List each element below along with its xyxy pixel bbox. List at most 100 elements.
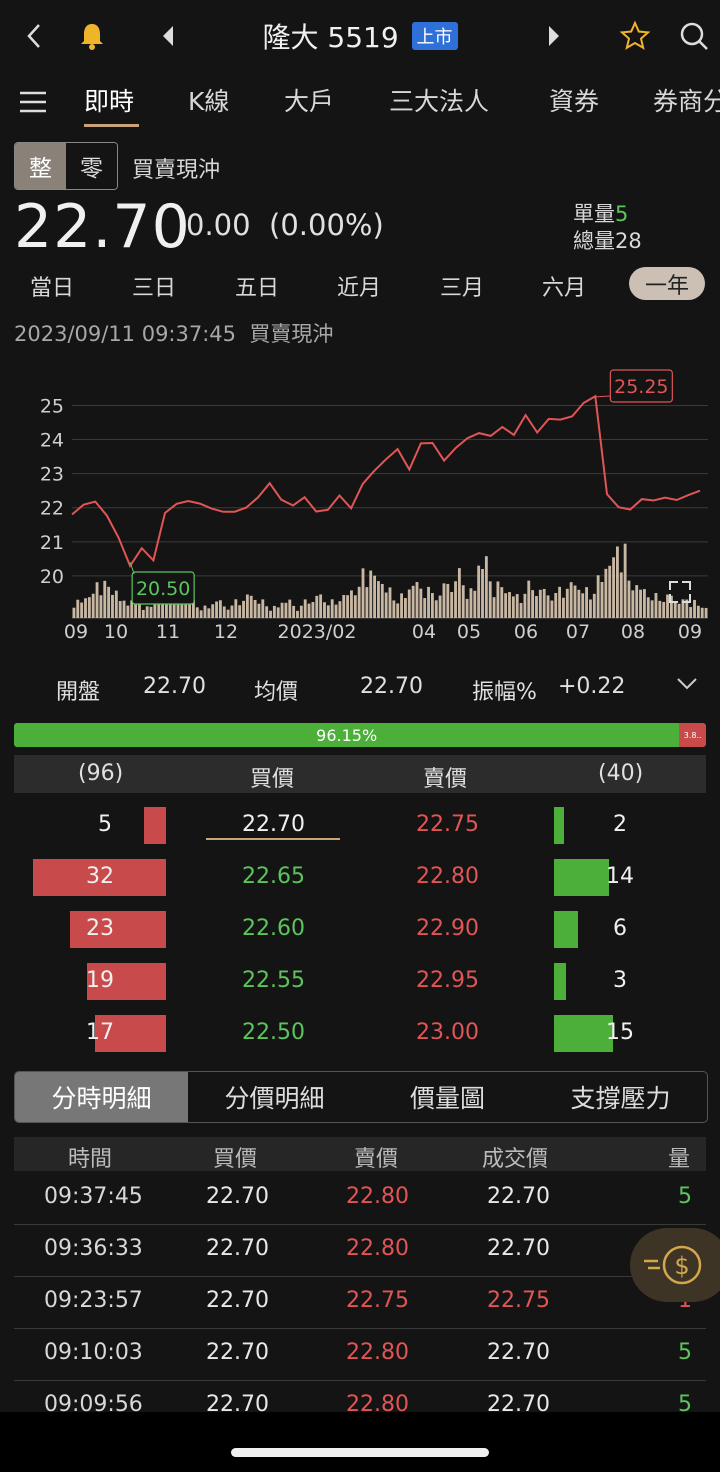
volume-bar bbox=[288, 599, 292, 618]
period-5d[interactable]: 五日 bbox=[235, 270, 279, 302]
ask-price[interactable]: 22.95 bbox=[416, 968, 479, 993]
table-row[interactable]: 09:37:45 22.70 22.80 22.70 5 bbox=[14, 1172, 706, 1225]
volume-bar bbox=[396, 603, 400, 618]
bid-price[interactable]: 22.70 bbox=[242, 812, 305, 837]
period-3m[interactable]: 三月 bbox=[440, 270, 484, 302]
volume-bar bbox=[230, 605, 234, 618]
volume-bar bbox=[272, 605, 276, 618]
volume-bar bbox=[473, 590, 477, 618]
trade-ask: 22.80 bbox=[346, 1184, 409, 1209]
volume-bar bbox=[434, 600, 438, 618]
home-indicator[interactable] bbox=[231, 1448, 489, 1457]
price-chart[interactable]: 25 24 23 22 21 20 25.25 20.50 09 10 11 12 2023/02 04 0… bbox=[0, 360, 720, 650]
volume-bar bbox=[519, 602, 523, 618]
volume-bar bbox=[207, 608, 211, 618]
chevron-down-icon[interactable] bbox=[676, 676, 698, 695]
board-lot-button[interactable]: 整 bbox=[15, 143, 66, 189]
stock-code: 5519 bbox=[327, 21, 399, 54]
total-volume-value: 28 bbox=[615, 229, 642, 253]
amplitude-value: +0.22 bbox=[558, 674, 626, 699]
menu-icon[interactable] bbox=[18, 90, 48, 118]
volume-bar bbox=[415, 582, 419, 618]
bid-volume: 32 bbox=[86, 864, 114, 889]
x-tick-label: 09 bbox=[678, 621, 702, 643]
bid-price[interactable]: 22.65 bbox=[242, 864, 305, 889]
volume-bar bbox=[623, 543, 627, 618]
period-6m[interactable]: 六月 bbox=[542, 270, 586, 302]
table-row[interactable]: 09:23:5722.7022.7522.751 bbox=[14, 1276, 706, 1329]
time-header: 時間 bbox=[68, 1147, 113, 1172]
odd-lot-button[interactable]: 零 bbox=[66, 143, 117, 189]
search-icon[interactable] bbox=[674, 14, 714, 58]
volume-bar bbox=[608, 565, 612, 618]
volume-bar bbox=[365, 587, 369, 618]
trade-ask: 22.80 bbox=[346, 1340, 409, 1365]
y-tick-label: 23 bbox=[40, 464, 64, 486]
tab-margin[interactable]: 資券 bbox=[549, 82, 599, 118]
deal-header: 成交價 bbox=[482, 1147, 549, 1172]
x-tick-label: 10 bbox=[104, 621, 128, 643]
volume-bar bbox=[504, 593, 508, 618]
volume-bar bbox=[403, 598, 407, 618]
ask-price[interactable]: 22.75 bbox=[416, 812, 479, 837]
trade-bid: 22.70 bbox=[206, 1184, 269, 1209]
next-stock-icon[interactable] bbox=[540, 14, 568, 58]
x-tick-label: 09 bbox=[64, 621, 88, 643]
tab-major-holders[interactable]: 大戶 bbox=[284, 82, 334, 118]
volume-bar bbox=[353, 595, 357, 618]
period-3d[interactable]: 三日 bbox=[132, 270, 176, 302]
ask-price[interactable]: 23.00 bbox=[416, 1020, 479, 1045]
volume-bar bbox=[615, 546, 619, 618]
trade-time: 09:37:45 bbox=[44, 1184, 143, 1209]
bid-price[interactable]: 22.55 bbox=[242, 968, 305, 993]
volume-bar bbox=[311, 601, 315, 618]
bid-volume-bar bbox=[144, 807, 166, 844]
volume-bar bbox=[242, 600, 245, 618]
timestamp-value: 2023/09/11 09:37:45 bbox=[14, 322, 237, 346]
volume-bar bbox=[222, 606, 226, 618]
volume-bar bbox=[149, 606, 153, 618]
lot-type-toggle: 整 零 bbox=[14, 142, 118, 190]
sell-ratio: 3.8.. bbox=[679, 723, 706, 747]
tab-price-detail[interactable]: 分價明細 bbox=[188, 1072, 361, 1122]
order-book-row: 17 22.50 23.00 15 bbox=[0, 1008, 720, 1060]
ask-volume: 2 bbox=[613, 812, 627, 837]
period-1m[interactable]: 近月 bbox=[337, 270, 381, 302]
tab-kline[interactable]: K線 bbox=[188, 82, 229, 118]
tab-realtime[interactable]: 即時 bbox=[84, 82, 134, 118]
tab-time-detail[interactable]: 分時明細 bbox=[15, 1072, 188, 1122]
trade-deal-price: 22.70 bbox=[487, 1236, 550, 1261]
ask-price[interactable]: 22.90 bbox=[416, 916, 479, 941]
trade-fab[interactable]: $ bbox=[630, 1228, 720, 1302]
star-icon[interactable] bbox=[616, 14, 654, 58]
trade-time: 09:10:03 bbox=[44, 1340, 143, 1365]
volume-bar bbox=[99, 595, 103, 618]
tab-brokers[interactable]: 券商分 bbox=[653, 82, 720, 118]
tab-support-resistance[interactable]: 支撐壓力 bbox=[534, 1072, 707, 1122]
fullscreen-icon[interactable] bbox=[669, 581, 691, 603]
volume-bar bbox=[218, 600, 222, 618]
change-value: 0.00 bbox=[186, 208, 251, 242]
y-tick-label: 25 bbox=[40, 395, 64, 417]
bid-price[interactable]: 22.50 bbox=[242, 1020, 305, 1045]
volume-bar bbox=[157, 603, 161, 618]
volume-bar bbox=[484, 556, 488, 618]
volume-bar bbox=[550, 600, 554, 618]
volume-bar bbox=[631, 590, 635, 618]
ask-price[interactable]: 22.80 bbox=[416, 864, 479, 889]
tab-price-volume[interactable]: 價量圖 bbox=[361, 1072, 534, 1122]
period-1y[interactable]: 一年 bbox=[629, 267, 705, 300]
trade-volume: 5 bbox=[678, 1340, 692, 1365]
tab-institutional[interactable]: 三大法人 bbox=[389, 82, 489, 118]
volume-bar bbox=[350, 590, 353, 618]
table-row[interactable]: 09:10:03 22.70 22.80 22.70 5 bbox=[14, 1328, 706, 1381]
volume-bar bbox=[535, 596, 538, 618]
app-header: 隆大 5519 上市 bbox=[0, 0, 720, 72]
x-tick-label: 07 bbox=[566, 621, 590, 643]
table-row[interactable]: 09:36:33 22.70 22.80 22.70 bbox=[14, 1224, 706, 1277]
bid-price[interactable]: 22.60 bbox=[242, 916, 305, 941]
period-today[interactable]: 當日 bbox=[30, 270, 74, 302]
volume-bar bbox=[280, 602, 284, 618]
active-tab-indicator bbox=[84, 124, 139, 127]
trade-bid: 22.70 bbox=[206, 1340, 269, 1365]
